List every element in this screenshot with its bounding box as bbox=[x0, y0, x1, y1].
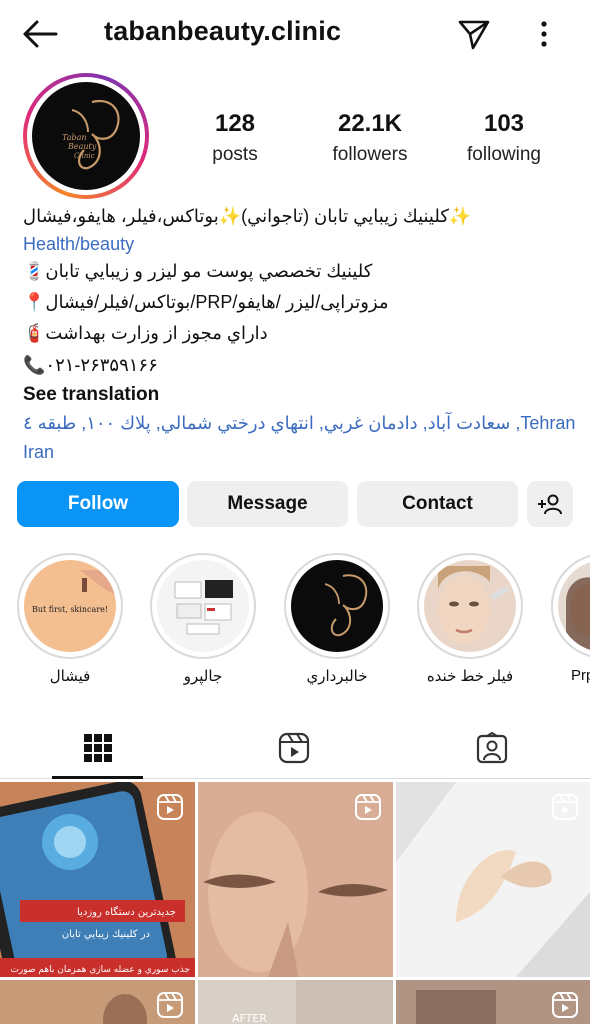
stat-following[interactable]: 103 following bbox=[458, 110, 550, 167]
add-person-icon bbox=[538, 494, 562, 515]
reels-icon bbox=[278, 732, 310, 764]
svg-text:جديدترين دستگاه روزديا: جديدترين دستگاه روزديا bbox=[77, 906, 176, 918]
butterfly-logo-icon bbox=[324, 574, 368, 637]
bio-line-2: كلينيك تخصصي پوست مو ليزر و زيبايي تابان… bbox=[23, 261, 373, 281]
grid-post[interactable] bbox=[396, 980, 590, 1024]
svg-text:But first, skincare!: But first, skincare! bbox=[32, 605, 108, 614]
stat-posts-label: posts bbox=[212, 144, 258, 165]
see-translation-link[interactable]: See translation bbox=[23, 382, 573, 408]
reel-badge-icon bbox=[552, 992, 578, 1018]
post-thumbnail-before-after: AFTER bbox=[198, 980, 393, 1024]
face-portrait-image bbox=[566, 577, 590, 650]
bio-address-country[interactable]: Iran bbox=[23, 439, 573, 465]
highlight-facial[interactable]: But first, skincare! فيشال bbox=[17, 553, 123, 685]
grid-icon bbox=[84, 734, 112, 762]
grid-post[interactable] bbox=[198, 782, 393, 977]
follow-button[interactable]: Follow bbox=[17, 481, 179, 527]
send-direct-icon[interactable] bbox=[456, 16, 492, 52]
bio-phone[interactable]: 📞۰۲۱-۲۶۳۵۹۱۶۶ bbox=[23, 352, 573, 378]
grid-post[interactable]: AFTER bbox=[198, 980, 393, 1024]
bio-line-3: مزوتراپی/لیزر /هایفو/PRP/بوتاکس/فیلر/فیش… bbox=[23, 292, 389, 312]
grid-post[interactable] bbox=[396, 782, 590, 977]
highlight-label: جالپرو bbox=[183, 668, 223, 685]
active-tab-indicator bbox=[52, 776, 143, 779]
profile-avatar[interactable]: Taban Beauty Clinic bbox=[23, 73, 149, 199]
highlight-smile-line-filler[interactable]: فيلر خط خنده bbox=[417, 553, 523, 685]
stat-followers-value: 22.1K bbox=[337, 110, 403, 137]
highlight-label: فيلر خط خنده bbox=[426, 668, 514, 685]
top-bar: tabanbeauty.clinic bbox=[0, 0, 590, 68]
tab-posts-grid[interactable] bbox=[0, 717, 196, 779]
contact-button[interactable]: Contact bbox=[357, 481, 518, 527]
reel-badge-icon bbox=[157, 992, 183, 1018]
stat-following-value: 103 bbox=[483, 110, 525, 137]
stat-posts[interactable]: 128 posts bbox=[200, 110, 270, 167]
stat-followers-label: followers bbox=[332, 144, 408, 165]
svg-text:Taban: Taban bbox=[62, 133, 87, 142]
bio-address[interactable]: Tehran, سعادت آباد, دادمان غربي, انتهاي … bbox=[23, 410, 575, 436]
add-person-button[interactable] bbox=[527, 481, 573, 527]
face-treatment-image bbox=[438, 566, 511, 644]
stat-following-label: following bbox=[467, 144, 541, 165]
reel-badge-icon bbox=[552, 794, 578, 820]
stat-followers[interactable]: 22.1K followers bbox=[322, 110, 418, 167]
message-button[interactable]: Message bbox=[187, 481, 348, 527]
svg-text:در كلينيك زيبايي تابان: در كلينيك زيبايي تابان bbox=[62, 929, 150, 940]
profile-username: tabanbeauty.clinic bbox=[104, 16, 342, 46]
product-boxes-image bbox=[174, 580, 233, 635]
highlight-label: Prp bbox=[571, 667, 590, 684]
bio-line-4: داراي مجوز از وزارت بهداشت🧯 bbox=[23, 323, 268, 343]
reel-badge-icon bbox=[355, 794, 381, 820]
bio-line-1: ✨كلينيك زيبايي تابان (تاجواني)✨بوتاكس،في… bbox=[23, 206, 472, 226]
profile-tabs bbox=[0, 717, 590, 779]
svg-text:AFTER: AFTER bbox=[232, 1012, 267, 1024]
highlight-jalupro[interactable]: جالپرو bbox=[150, 553, 256, 685]
skincare-highlight-image: But first, skincare! bbox=[32, 570, 116, 614]
butterfly-logo-icon: Taban Beauty Clinic bbox=[62, 99, 120, 170]
more-options-icon[interactable] bbox=[530, 16, 558, 52]
tab-tagged[interactable] bbox=[394, 717, 590, 779]
grid-post[interactable]: جديدترين دستگاه روزديا در كلينيك زيبايي … bbox=[0, 782, 195, 977]
svg-text:Beauty: Beauty bbox=[67, 142, 97, 151]
reel-badge-icon bbox=[157, 794, 183, 820]
svg-text:Clinic: Clinic bbox=[74, 152, 95, 160]
bio-category[interactable]: Health/beauty bbox=[23, 231, 573, 257]
tagged-person-icon bbox=[476, 732, 508, 764]
highlight-mole-removal[interactable]: خالبرداري bbox=[284, 553, 390, 685]
svg-text:جذب سوري و عضله سازي همزمان با: جذب سوري و عضله سازي همزمان باهم صورت bbox=[10, 965, 190, 975]
highlight-label: خالبرداري bbox=[306, 668, 368, 685]
stat-posts-value: 128 bbox=[214, 110, 256, 137]
highlight-label: فيشال bbox=[49, 668, 91, 685]
highlight-prp[interactable]: Prp bbox=[551, 553, 590, 684]
back-arrow-icon[interactable] bbox=[22, 18, 58, 50]
grid-post[interactable] bbox=[0, 980, 195, 1024]
tab-reels[interactable] bbox=[196, 717, 392, 779]
